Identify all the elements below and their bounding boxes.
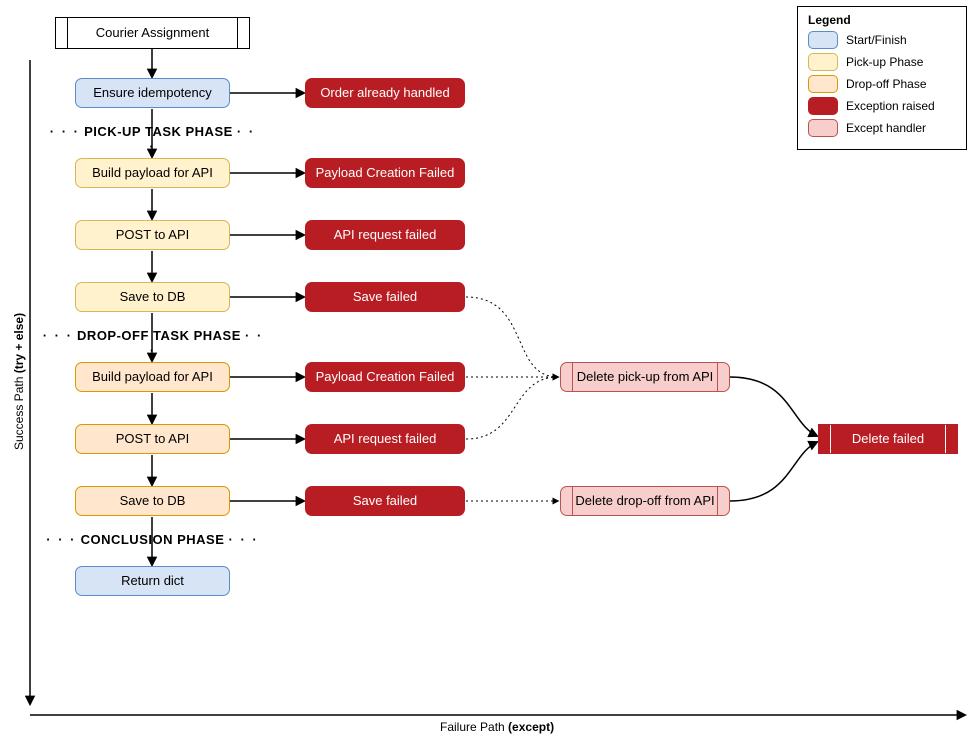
legend-label: Drop-off Phase [846,77,927,91]
node-pickup-payload-failed: Payload Creation Failed [305,158,465,188]
node-label: Save to DB [120,290,186,304]
node-delete-dropoff: Delete drop-off from API [560,486,730,516]
phase-label-conclusion: · · · CONCLUSION PHASE · · · [40,532,265,547]
node-pickup-save-failed: Save failed [305,282,465,312]
node-label: Return dict [121,574,184,588]
node-dropoff-save-failed: Save failed [305,486,465,516]
node-dropoff-post: POST to API [75,424,230,454]
phase-label-dropoff: · · · DROP-OFF TASK PHASE · · · [38,328,268,358]
node-label: POST to API [116,432,189,446]
node-label: Delete drop-off from API [575,494,714,508]
legend: Legend Start/Finish Pick-up Phase Drop-o… [797,6,967,150]
legend-row: Pick-up Phase [808,53,956,71]
node-already-handled: Order already handled [305,78,465,108]
node-pickup-build: Build payload for API [75,158,230,188]
axis-label-failure: Failure Path (except) [440,720,554,734]
legend-label: Pick-up Phase [846,55,923,69]
node-dropoff-build: Build payload for API [75,362,230,392]
legend-row: Except handler [808,119,956,137]
legend-swatch [808,75,838,93]
node-label: Delete pick-up from API [577,370,714,384]
node-dropoff-save: Save to DB [75,486,230,516]
node-courier-assignment: Courier Assignment [55,17,250,49]
node-label: Build payload for API [92,370,213,384]
legend-row: Start/Finish [808,31,956,49]
node-label: API request failed [334,432,437,446]
node-pickup-api-failed: API request failed [305,220,465,250]
node-return-dict: Return dict [75,566,230,596]
node-label: API request failed [334,228,437,242]
node-label: Build payload for API [92,166,213,180]
node-label: Save to DB [120,494,186,508]
node-dropoff-api-failed: API request failed [305,424,465,454]
node-label: Payload Creation Failed [316,166,455,180]
legend-swatch [808,31,838,49]
axis-label-success: Success Path (try + else) [12,313,26,450]
legend-label: Exception raised [846,99,935,113]
node-delete-failed: Delete failed [818,424,958,454]
node-label: Save failed [353,290,417,304]
node-delete-pickup: Delete pick-up from API [560,362,730,392]
legend-swatch [808,53,838,71]
legend-row: Drop-off Phase [808,75,956,93]
node-label: Courier Assignment [96,26,209,40]
node-pickup-save: Save to DB [75,282,230,312]
node-ensure-idempotency: Ensure idempotency [75,78,230,108]
node-label: Save failed [353,494,417,508]
node-label: Payload Creation Failed [316,370,455,384]
node-pickup-post: POST to API [75,220,230,250]
node-label: Order already handled [320,86,449,100]
phase-label-pickup: · · · PICK-UP TASK PHASE · · · [45,124,260,154]
node-dropoff-payload-failed: Payload Creation Failed [305,362,465,392]
legend-label: Start/Finish [846,33,907,47]
node-label: Ensure idempotency [93,86,212,100]
legend-label: Except handler [846,121,926,135]
node-label: Delete failed [852,432,924,446]
legend-swatch [808,119,838,137]
node-label: POST to API [116,228,189,242]
legend-swatch [808,97,838,115]
legend-row: Exception raised [808,97,956,115]
legend-title: Legend [808,13,956,27]
